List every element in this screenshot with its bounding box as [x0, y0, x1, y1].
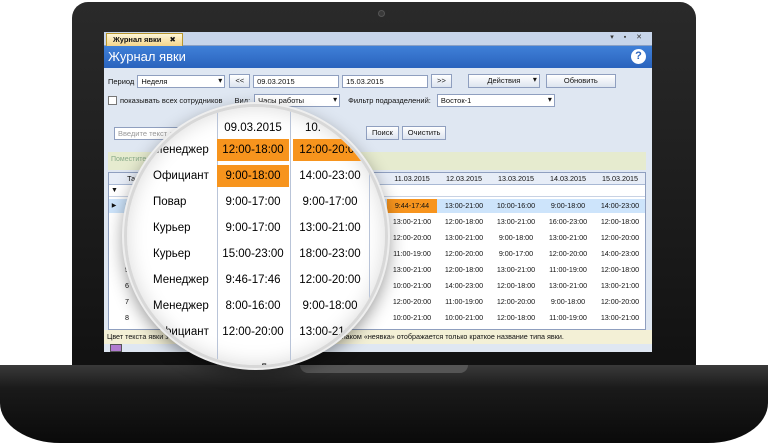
magnified-time-cell[interactable]: 9:00-18:00 — [293, 295, 367, 317]
table-cell[interactable]: 13:00-21:00 — [387, 263, 437, 277]
magnifier-lens: 09.03.2015 10. типов явок. Для явок с пр… — [124, 104, 388, 368]
magnified-time-cell[interactable]: 9:00-17:00 — [293, 191, 367, 213]
table-cell[interactable]: 14:00-23:00 — [439, 279, 489, 293]
period-row: Период Неделя << 09.03.2015 15.03.2015 >… — [108, 74, 616, 88]
tab-label: Журнал явки — [113, 35, 162, 44]
table-cell[interactable]: 12:00-18:00 — [439, 263, 489, 277]
laptop-hinge — [300, 365, 468, 373]
table-cell[interactable]: 11:00-19:00 — [543, 263, 593, 277]
table-cell[interactable]: 11:00-19:00 — [387, 247, 437, 261]
magnified-time-cell[interactable]: 13:00-21:00 — [293, 217, 367, 239]
table-cell[interactable]: 12:00-20:00 — [543, 247, 593, 261]
table-cell[interactable]: 13:00-21:00 — [491, 263, 541, 277]
table-cell[interactable]: 13:00-21:00 — [387, 215, 437, 229]
table-cell[interactable]: 13:00-21:00 — [595, 311, 645, 325]
close-icon[interactable]: ✖ — [169, 35, 175, 44]
title-bar: Журнал явки ? — [104, 46, 652, 68]
actions-button[interactable]: Действия — [467, 74, 540, 88]
color-legend-swatch — [110, 344, 122, 352]
table-cell[interactable]: 13:00-21:00 — [439, 231, 489, 245]
magnified-time-cell[interactable]: 12:00-20:00 — [293, 139, 367, 161]
table-cell[interactable]: 10:00-16:00 — [491, 199, 541, 213]
webcam-icon — [378, 10, 385, 17]
period-select[interactable]: Неделя — [137, 74, 226, 88]
table-cell[interactable]: 9:44-17:44 — [387, 199, 437, 213]
table-cell[interactable]: 12:00-18:00 — [595, 263, 645, 277]
current-row-indicator-icon: ▶ — [111, 203, 117, 209]
table-cell[interactable]: 12:00-20:00 — [595, 231, 645, 245]
help-icon[interactable]: ? — [631, 49, 646, 64]
window-controls[interactable]: ▾ ▪ ✕ — [610, 33, 646, 41]
table-cell[interactable]: 14:00-23:00 — [595, 199, 645, 213]
magnified-date-header[interactable]: 09.03.2015 — [217, 119, 289, 137]
filter-row: показывать всех сотрудников Вид: Часы ра… — [108, 94, 555, 107]
magnified-time-cell[interactable]: 13:00-21:00 — [293, 321, 367, 343]
magnified-time-cell[interactable]: 9:00-17:00 — [217, 191, 289, 213]
table-cell[interactable]: 13:00-21:00 — [543, 279, 593, 293]
table-cell[interactable]: 10:00-21:00 — [387, 311, 437, 325]
table-cell[interactable]: 10:00-21:00 — [387, 279, 437, 293]
magnified-time-cell[interactable]: 15:00-23:00 — [217, 243, 289, 265]
clear-button[interactable]: Очистить — [401, 126, 447, 140]
period-label: Период — [108, 76, 135, 86]
tab-bar: Журнал явки ✖ ▾ ▪ ✕ — [104, 32, 652, 46]
magnified-time-cell[interactable]: 9:00-17:00 — [217, 217, 289, 239]
next-button[interactable]: >> — [431, 74, 452, 88]
table-cell[interactable]: 9:00-17:00 — [491, 247, 541, 261]
table-cell[interactable]: 16:00-23:00 — [543, 215, 593, 229]
table-cell[interactable]: 11:00-19:00 — [439, 295, 489, 309]
show-all-label: показывать всех сотрудников — [120, 96, 223, 105]
table-cell[interactable]: 12:00-20:00 — [491, 295, 541, 309]
filter-icon[interactable]: ▼ — [110, 185, 119, 199]
table-cell[interactable]: 14:00-23:00 — [595, 247, 645, 261]
table-cell[interactable]: 13:00-21:00 — [595, 279, 645, 293]
table-cell[interactable]: 13:00-21:00 — [543, 231, 593, 245]
magnified-time-cell[interactable]: 9:00-18:00 — [217, 165, 289, 187]
magnified-partial-header[interactable]: 10. — [293, 119, 367, 137]
tab-journal[interactable]: Журнал явки ✖ — [106, 33, 183, 46]
magnified-time-cell[interactable]: 12:00-20:00 — [293, 269, 367, 291]
table-cell[interactable]: 12:00-18:00 — [491, 279, 541, 293]
table-cell[interactable]: 12:00-18:00 — [491, 311, 541, 325]
table-cell[interactable]: 9:00-18:00 — [491, 231, 541, 245]
table-cell[interactable]: 9:00-18:00 — [543, 199, 593, 213]
table-cell[interactable]: 12:00-20:00 — [387, 295, 437, 309]
laptop-base — [0, 365, 768, 443]
table-cell[interactable]: 13:00-21:00 — [491, 215, 541, 229]
magnified-time-cell[interactable]: 18:00-23:00 — [293, 243, 367, 265]
page-title: Журнал явки — [108, 49, 186, 64]
divider — [290, 107, 291, 365]
magnified-time-cell[interactable]: 14:00-23:00 — [293, 165, 367, 187]
date-to-field[interactable]: 15.03.2015 — [342, 74, 429, 88]
table-cell[interactable]: 9:00-18:00 — [543, 295, 593, 309]
table-cell[interactable]: 12:00-20:00 — [387, 231, 437, 245]
show-all-checkbox[interactable] — [108, 96, 117, 105]
table-cell[interactable]: 12:00-20:00 — [595, 295, 645, 309]
prev-button[interactable]: << — [229, 74, 251, 88]
divider — [369, 107, 370, 365]
magnified-time-cell[interactable]: 12:00-18:00 — [217, 139, 289, 161]
table-cell[interactable]: 12:00-18:00 — [595, 215, 645, 229]
magnified-time-cell[interactable]: 9:46-17:46 — [217, 269, 289, 291]
magnified-time-cell[interactable]: 12:00-20:00 — [217, 321, 289, 343]
refresh-button[interactable]: Обновить — [545, 74, 616, 88]
table-cell[interactable]: 12:00-20:00 — [439, 247, 489, 261]
magnified-time-cell[interactable]: 8:00-16:00 — [217, 295, 289, 317]
magnified-grid: 09.03.2015 10. типов явок. Для явок с пр… — [127, 107, 385, 365]
table-cell[interactable]: 11:00-19:00 — [543, 311, 593, 325]
date-from-field[interactable]: 09.03.2015 — [253, 74, 340, 88]
table-cell[interactable]: 12:00-18:00 — [439, 215, 489, 229]
filter-label: Фильтр подразделений: — [348, 96, 431, 105]
table-cell[interactable]: 10:00-21:00 — [439, 311, 489, 325]
table-cell[interactable]: 13:00-21:00 — [439, 199, 489, 213]
department-filter-select[interactable]: Восток-1 — [436, 94, 555, 107]
